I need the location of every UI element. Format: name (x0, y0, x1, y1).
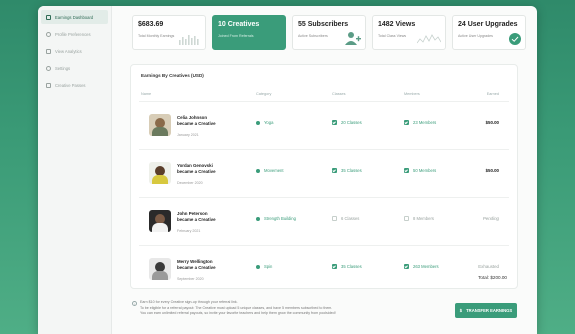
table-row[interactable]: Celia Johnson became a Creative January 2… (139, 101, 509, 149)
transfer-earnings-button[interactable]: $ TRANSFER EARNINGS (455, 303, 517, 318)
stat-card-earnings[interactable]: $683.69 Total Monthly Earnings (132, 15, 206, 50)
gear-icon (46, 65, 51, 71)
sidebar-item-creative-passes[interactable]: Creative Passes (41, 78, 108, 92)
checkbox-icon (332, 168, 337, 173)
stat-card-subscribers[interactable]: 55 Subscribers Active Subscribers (292, 15, 366, 50)
sidebar-item-view-analytics[interactable]: View Analytics (41, 44, 108, 58)
creative-name: John Peterson became a Creative (177, 211, 216, 222)
panel-title: Earnings By Creatives (USD) (141, 73, 204, 78)
referral-info: i Earn $10 for every Creative sign-up th… (132, 300, 392, 317)
ticket-icon (46, 82, 51, 88)
sidebar-item-label: Profile Preferences (55, 31, 91, 37)
stat-card-creatives[interactable]: 10 Creatives Joined From Referrals (212, 15, 286, 50)
earned-status: Pending (482, 216, 499, 221)
table-header: Name Category Classes Members Earned (131, 92, 517, 100)
sidebar: Earnings Dashboard Profile Preferences V… (38, 6, 112, 334)
creative-name: Merry Wellington became a Creative (177, 259, 216, 270)
sidebar-item-label: Settings (55, 65, 71, 71)
category-dot-icon (256, 264, 260, 269)
category: Yoga (256, 120, 273, 125)
sidebar-item-label: Earnings Dashboard (55, 14, 94, 20)
earned-amount: $50.00 (485, 168, 499, 173)
column-header-classes: Classes (332, 92, 346, 96)
join-date: September 2020 (177, 277, 204, 281)
grid-icon (46, 14, 51, 20)
join-date: February 2021 (177, 229, 201, 233)
stat-cards: $683.69 Total Monthly Earnings 10 Creati… (132, 15, 526, 50)
members: 23 Members (404, 120, 436, 125)
checkbox-icon (332, 216, 337, 221)
classes: 35 Classes (332, 168, 362, 173)
earnings-total: Total: $200.00 (478, 275, 507, 280)
avatar (149, 258, 171, 280)
check-circle-icon (509, 33, 521, 45)
category-dot-icon (256, 168, 260, 173)
classes: 20 Classes (332, 120, 362, 125)
category: Strength Building (256, 216, 296, 221)
app-window: Earnings Dashboard Profile Preferences V… (38, 6, 537, 334)
column-header-earned: Earned (486, 92, 499, 96)
stat-card-upgrades[interactable]: 24 User Upgrades Active User Upgrades (452, 15, 526, 50)
chart-icon (46, 48, 51, 54)
stat-value: 24 User Upgrades (458, 21, 518, 28)
checkbox-icon (404, 168, 409, 173)
category-dot-icon (256, 120, 260, 125)
avatar (149, 114, 171, 136)
checkbox-icon (404, 216, 409, 221)
members: 50 Members (404, 168, 436, 173)
classes: 35 Classes (332, 264, 362, 269)
sidebar-item-earnings-dashboard[interactable]: Earnings Dashboard (41, 10, 108, 24)
category-dot-icon (256, 216, 260, 221)
referral-line-3: You can earn unlimited referral payouts,… (140, 311, 336, 316)
earned-amount: $50.00 (485, 120, 499, 125)
bar-chart-icon (179, 35, 199, 45)
column-header-category: Category (256, 92, 272, 96)
earned-status: Exhausted (478, 264, 499, 269)
column-header-members: Members (404, 92, 420, 96)
stat-value: 55 Subscribers (298, 21, 349, 28)
category: Spin (256, 264, 272, 269)
classes: 6 Classes (332, 216, 359, 221)
sidebar-item-profile-preferences[interactable]: Profile Preferences (41, 27, 108, 41)
sidebar-item-label: Creative Passes (55, 82, 86, 88)
stat-label: Joined From Referrals (218, 34, 254, 38)
table-row[interactable]: Merry Wellington became a Creative Septem… (139, 245, 509, 293)
stat-value: $683.69 (138, 21, 164, 28)
checkbox-icon (404, 264, 409, 269)
add-user-icon (345, 32, 361, 45)
stat-value: 1482 Views (378, 21, 416, 28)
members: 263 Members (404, 264, 439, 269)
stat-value: 10 Creatives (218, 21, 260, 28)
creative-name: Celia Johnson became a Creative (177, 115, 216, 126)
sidebar-item-label: View Analytics (55, 48, 82, 54)
checkbox-icon (404, 120, 409, 125)
join-date: January 2021 (177, 133, 199, 137)
creative-name: Yordan Genovski became a Creative (177, 163, 216, 174)
join-date: December 2020 (177, 181, 203, 185)
dollar-icon: $ (459, 308, 463, 313)
info-icon: i (132, 301, 137, 306)
avatar (149, 162, 171, 184)
checkbox-icon (332, 120, 337, 125)
category: Movement (256, 168, 284, 173)
sidebar-item-settings[interactable]: Settings (41, 61, 108, 75)
stat-card-views[interactable]: 1482 Views Total Class Views (372, 15, 446, 50)
button-label: TRANSFER EARNINGS (466, 308, 513, 313)
avatar (149, 210, 171, 232)
table-row[interactable]: Yordan Genovski became a Creative Decembe… (139, 149, 509, 197)
checkbox-icon (332, 264, 337, 269)
user-icon (46, 31, 51, 37)
column-header-name: Name (141, 92, 152, 96)
members: 8 Members (404, 216, 434, 221)
table-row[interactable]: John Peterson became a Creative February … (139, 197, 509, 245)
line-chart-icon (417, 34, 441, 44)
earnings-table-panel: Earnings By Creatives (USD) Name Categor… (130, 64, 518, 289)
main-content: $683.69 Total Monthly Earnings 10 Creati… (122, 6, 537, 334)
